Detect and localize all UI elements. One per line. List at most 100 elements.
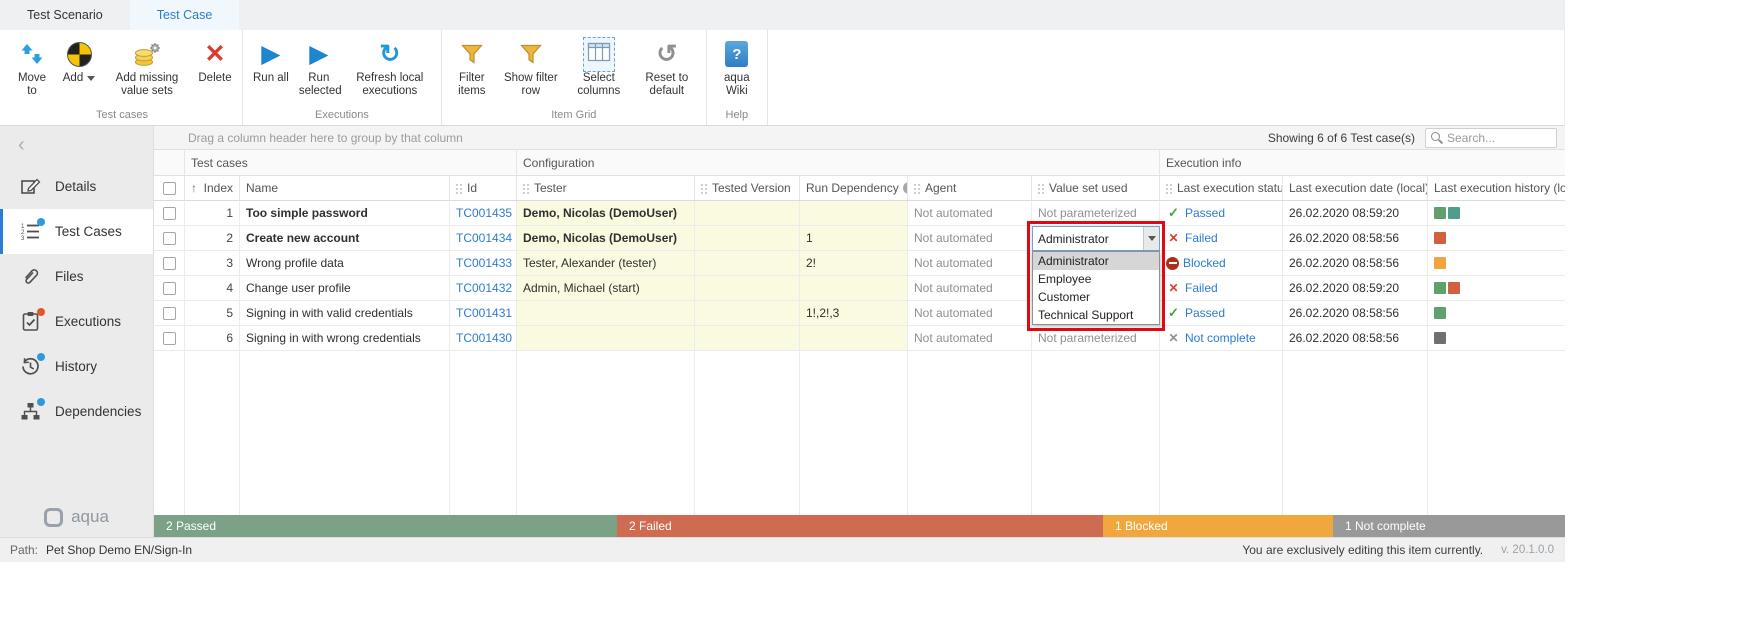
tab-test-scenario[interactable]: Test Scenario: [0, 0, 130, 30]
column-header-name[interactable]: Name: [240, 176, 450, 200]
undo-icon: [656, 36, 677, 72]
sidebar-item-executions[interactable]: Executions: [0, 299, 153, 344]
delete-x-icon: [205, 36, 226, 72]
status-icon: [1166, 257, 1179, 270]
cell-tester: Tester, Alexander (tester): [517, 251, 695, 275]
question-icon: [725, 36, 748, 72]
table-row[interactable]: 2 Create new account TC001434 Demo, Nico…: [154, 226, 1565, 251]
status-icon: [1166, 206, 1181, 220]
cell-id: TC001432: [450, 276, 517, 300]
cell-status: Blocked: [1160, 251, 1283, 275]
select-columns-button[interactable]: Select columns: [565, 34, 633, 100]
button-label: Delete: [198, 72, 231, 85]
status-bar: Path: Pet Shop Demo EN/Sign-In You are e…: [0, 537, 1564, 562]
filter-items-button[interactable]: Filter items: [447, 34, 497, 100]
table-row[interactable]: 5 Signing in with valid credentials TC00…: [154, 301, 1565, 326]
testcase-id-link[interactable]: TC001434: [456, 231, 512, 245]
row-checkbox[interactable]: [163, 257, 176, 270]
column-header-agent[interactable]: Agent: [908, 176, 1032, 200]
column-header-value-set-used[interactable]: Value set used: [1032, 176, 1160, 200]
sidebar-collapse-button[interactable]: ‹: [0, 126, 153, 164]
add-missing-value-sets-button[interactable]: Add missing value sets: [101, 34, 193, 100]
status-link[interactable]: Failed: [1185, 231, 1218, 245]
drag-handle-icon: [701, 183, 708, 194]
column-label: Index: [204, 181, 233, 195]
delete-button[interactable]: Delete: [193, 34, 237, 87]
tab-test-case[interactable]: Test Case: [130, 0, 240, 30]
status-link[interactable]: Passed: [1185, 306, 1225, 320]
select-all-checkbox[interactable]: [163, 182, 176, 195]
group-by-bar[interactable]: Drag a column header here to group by th…: [154, 126, 1565, 150]
testcase-id-link[interactable]: TC001431: [456, 306, 512, 320]
table-row[interactable]: 1 Too simple password TC001435 Demo, Nic…: [154, 201, 1565, 226]
group-header-execution-info[interactable]: Execution info: [1160, 150, 1565, 175]
column-header-run-dependency[interactable]: Run Dependency: [800, 176, 908, 200]
value-set-combobox[interactable]: Administrator: [1032, 226, 1160, 251]
move-to-button[interactable]: Move to: [7, 34, 57, 100]
button-label: Run all: [253, 72, 289, 85]
cell-id: TC001431: [450, 301, 517, 325]
group-header-test-cases[interactable]: Test cases: [185, 150, 517, 175]
sidebar-item-label: History: [55, 359, 97, 374]
drag-handle-icon: [456, 183, 463, 194]
add-button[interactable]: Add: [57, 34, 101, 87]
cell-index: 2: [185, 226, 240, 250]
dropdown-option-technical-support[interactable]: Technical Support: [1033, 306, 1159, 324]
cell-execution-date: 26.02.2020 08:58:56: [1283, 326, 1428, 350]
testcase-id-link[interactable]: TC001435: [456, 206, 512, 220]
refresh-local-executions-button[interactable]: Refresh local executions: [344, 34, 436, 100]
search-box: [1425, 128, 1557, 148]
row-checkbox[interactable]: [163, 232, 176, 245]
cell-execution-history: [1428, 326, 1565, 350]
status-link[interactable]: Failed: [1185, 281, 1218, 295]
column-header-id[interactable]: Id: [450, 176, 517, 200]
search-input[interactable]: [1447, 131, 1551, 145]
status-link[interactable]: Not complete: [1185, 331, 1256, 345]
row-checkbox[interactable]: [163, 307, 176, 320]
combobox-dropdown-button[interactable]: [1143, 227, 1159, 250]
tab-label: Test Case: [157, 8, 213, 22]
column-header-last-execution-status[interactable]: Last execution statu...: [1160, 176, 1283, 200]
cell-index: 5: [185, 301, 240, 325]
column-header-index[interactable]: Index: [185, 176, 240, 200]
sidebar-item-files[interactable]: Files: [0, 254, 153, 299]
row-checkbox[interactable]: [163, 282, 176, 295]
column-header-tested-version[interactable]: Tested Version: [695, 176, 800, 200]
row-checkbox[interactable]: [163, 332, 176, 345]
testcase-id-link[interactable]: TC001433: [456, 256, 512, 270]
button-label: Run selected: [299, 72, 339, 98]
version-label: v. 20.1.0.0: [1501, 544, 1554, 556]
show-filter-row-button[interactable]: Show filter row: [497, 34, 565, 100]
status-link[interactable]: Passed: [1185, 206, 1225, 220]
testcase-id-link[interactable]: TC001432: [456, 281, 512, 295]
table-row[interactable]: 6 Signing in with wrong credentials TC00…: [154, 326, 1565, 351]
column-header-last-execution-history[interactable]: Last execution history (local): [1428, 176, 1565, 200]
cell-execution-history: [1428, 301, 1565, 325]
column-header-tester[interactable]: Tester: [517, 176, 695, 200]
reset-to-default-button[interactable]: Reset to default: [633, 34, 701, 100]
status-link[interactable]: Blocked: [1183, 256, 1226, 270]
column-header-last-execution-date[interactable]: Last execution date (local): [1283, 176, 1428, 200]
button-label: Reset to default: [638, 72, 696, 98]
aqua-wiki-button[interactable]: aqua Wiki: [712, 34, 762, 100]
status-icon: [1166, 331, 1181, 345]
table-row[interactable]: 4 Change user profile TC001432 Admin, Mi…: [154, 276, 1565, 301]
sidebar-item-dependencies[interactable]: Dependencies: [0, 389, 153, 434]
row-checkbox[interactable]: [163, 207, 176, 220]
testcase-id-link[interactable]: TC001430: [456, 331, 512, 345]
cell-checkbox: [154, 226, 185, 250]
cell-execution-date: 26.02.2020 08:58:56: [1283, 251, 1428, 275]
cell-name: Create new account: [240, 226, 450, 250]
sidebar-item-history[interactable]: History: [0, 344, 153, 389]
sidebar-item-details[interactable]: Details: [0, 164, 153, 209]
dropdown-option-employee[interactable]: Employee: [1033, 270, 1159, 288]
column-label: Tested Version: [712, 181, 791, 195]
dropdown-option-customer[interactable]: Customer: [1033, 288, 1159, 306]
run-all-button[interactable]: Run all: [248, 34, 294, 87]
cell-checkbox: [154, 201, 185, 225]
group-header-configuration[interactable]: Configuration: [517, 150, 1160, 175]
sidebar-item-test-cases[interactable]: 123 Test Cases: [0, 209, 153, 254]
table-row[interactable]: 3 Wrong profile data TC001433 Tester, Al…: [154, 251, 1565, 276]
run-selected-button[interactable]: Run selected: [294, 34, 344, 100]
dropdown-option-administrator[interactable]: Administrator: [1033, 252, 1159, 270]
